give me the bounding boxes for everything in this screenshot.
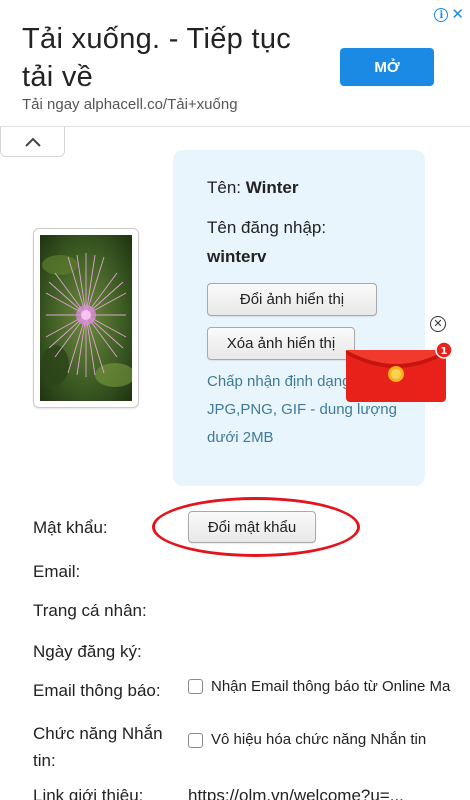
password-label: Mật khẩu: bbox=[33, 518, 108, 537]
name-value: Winter bbox=[245, 178, 299, 197]
ad-banner[interactable]: i ✕ Tải xuống. - Tiếp tục tải về Tải nga… bbox=[0, 0, 470, 127]
ad-open-button[interactable]: MỞ bbox=[340, 48, 434, 86]
homepage-label: Trang cá nhân: bbox=[33, 601, 147, 620]
profile-name: Tên: Winter bbox=[207, 178, 299, 198]
messaging-checkbox[interactable] bbox=[188, 733, 203, 748]
avatar bbox=[33, 228, 139, 408]
email-notify-checkbox[interactable] bbox=[188, 679, 203, 694]
referral-label: Link giới thiệu: bbox=[33, 786, 144, 800]
referral-link[interactable]: https://olm.vn/welcome?u=... bbox=[188, 786, 404, 800]
chevron-up-icon bbox=[24, 137, 41, 147]
messaging-label: Chức năng Nhắn tin: bbox=[33, 724, 163, 770]
login-label: Tên đăng nhập: bbox=[207, 218, 327, 237]
ad-badge[interactable]: i ✕ bbox=[434, 7, 464, 22]
login-value: winterv bbox=[207, 247, 267, 266]
email-notify-label: Email thông báo: bbox=[33, 681, 161, 700]
ad-url[interactable]: Tải ngay alphacell.co/Tải+xuống bbox=[22, 96, 238, 113]
highlight-ellipse bbox=[152, 497, 360, 557]
messaging-option[interactable]: Vô hiệu hóa chức năng Nhắn tin bbox=[211, 731, 426, 748]
ad-title[interactable]: Tải xuống. - Tiếp tục tải về bbox=[22, 20, 322, 96]
envelope-badge: 1 bbox=[441, 346, 448, 357]
avatar-image bbox=[40, 235, 132, 401]
email-notify-option[interactable]: Nhận Email thông báo từ Online Ma bbox=[211, 678, 450, 695]
close-icon[interactable]: ✕ bbox=[451, 7, 464, 22]
email-label: Email: bbox=[33, 562, 81, 581]
info-icon[interactable]: i bbox=[434, 8, 449, 22]
delete-avatar-button[interactable]: Xóa ảnh hiển thị bbox=[207, 327, 355, 360]
name-label: Tên: bbox=[207, 178, 246, 197]
collapse-ad-tab[interactable] bbox=[0, 127, 65, 157]
register-date-label: Ngày đăng ký: bbox=[33, 642, 142, 661]
red-envelope-icon[interactable]: 1 bbox=[344, 316, 456, 404]
floating-envelope[interactable]: ✕ 1 bbox=[344, 316, 456, 404]
change-avatar-button[interactable]: Đổi ảnh hiển thị bbox=[207, 283, 377, 316]
